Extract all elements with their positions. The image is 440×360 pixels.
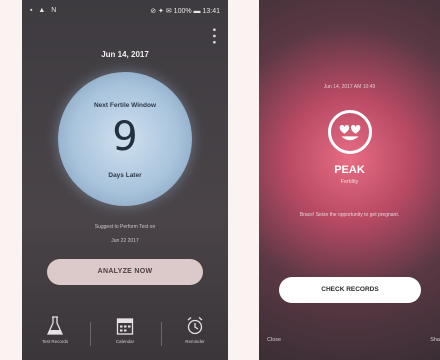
status-bar: ▪ ▲ N ⊘ ✦ ✉ 100% ▬ 13:41 (22, 0, 228, 22)
heart-eyes-face-icon (328, 110, 372, 154)
days-label: Days Later (108, 172, 142, 179)
bottom-tab-bar: Test Records Calendar Reminder (22, 316, 228, 360)
status-icons-right: ⊘ ✦ ✉ 100% ▬ 13:41 (150, 8, 220, 15)
tab-divider (161, 322, 162, 346)
calendar-icon (116, 318, 134, 335)
fertile-window-circle: Next Fertile Window 9 Days Later (58, 72, 192, 206)
tab-label: Test Records (41, 339, 69, 344)
suggest-date: Jun 22 2017 (111, 238, 139, 244)
tab-label: Reminder (185, 339, 205, 344)
result-timestamp: Jun 14, 2017 AM 10:49 (323, 84, 376, 90)
fertility-level: PEAK (334, 164, 365, 176)
tab-reminder[interactable]: Reminder (165, 316, 225, 344)
home-screen: ▪ ▲ N ⊘ ✦ ✉ 100% ▬ 13:41 • • • Jun 14, 2… (22, 0, 228, 360)
tab-calendar[interactable]: Calendar (95, 316, 155, 344)
tab-label: Calendar (115, 339, 135, 344)
fertility-label: Fertility (340, 179, 359, 185)
tab-test-records[interactable]: Test Records (25, 316, 85, 344)
more-options-icon[interactable]: • • • (208, 28, 219, 44)
tab-divider (90, 322, 91, 346)
status-icons-left: ▪ ▲ N (30, 7, 59, 14)
alarm-clock-icon (187, 317, 203, 335)
flask-icon (46, 316, 64, 335)
share-button[interactable]: Sha (430, 337, 440, 343)
close-button[interactable]: Close (267, 337, 281, 343)
analyze-now-button[interactable]: ANALYZE NOW (47, 259, 203, 285)
suggest-text: Suggest to Perform Test on (94, 224, 156, 230)
days-count: 9 (112, 114, 138, 160)
circle-title: Next Fertile Window (93, 102, 157, 109)
current-date: Jun 14, 2017 (101, 50, 149, 59)
result-message: Brace! Seize the opportunity to get preg… (299, 212, 400, 218)
result-screen: Jun 14, 2017 AM 10:49 PEAK Fertility Bra… (259, 0, 440, 360)
check-records-button[interactable]: CHECK RECORDS (279, 277, 421, 303)
